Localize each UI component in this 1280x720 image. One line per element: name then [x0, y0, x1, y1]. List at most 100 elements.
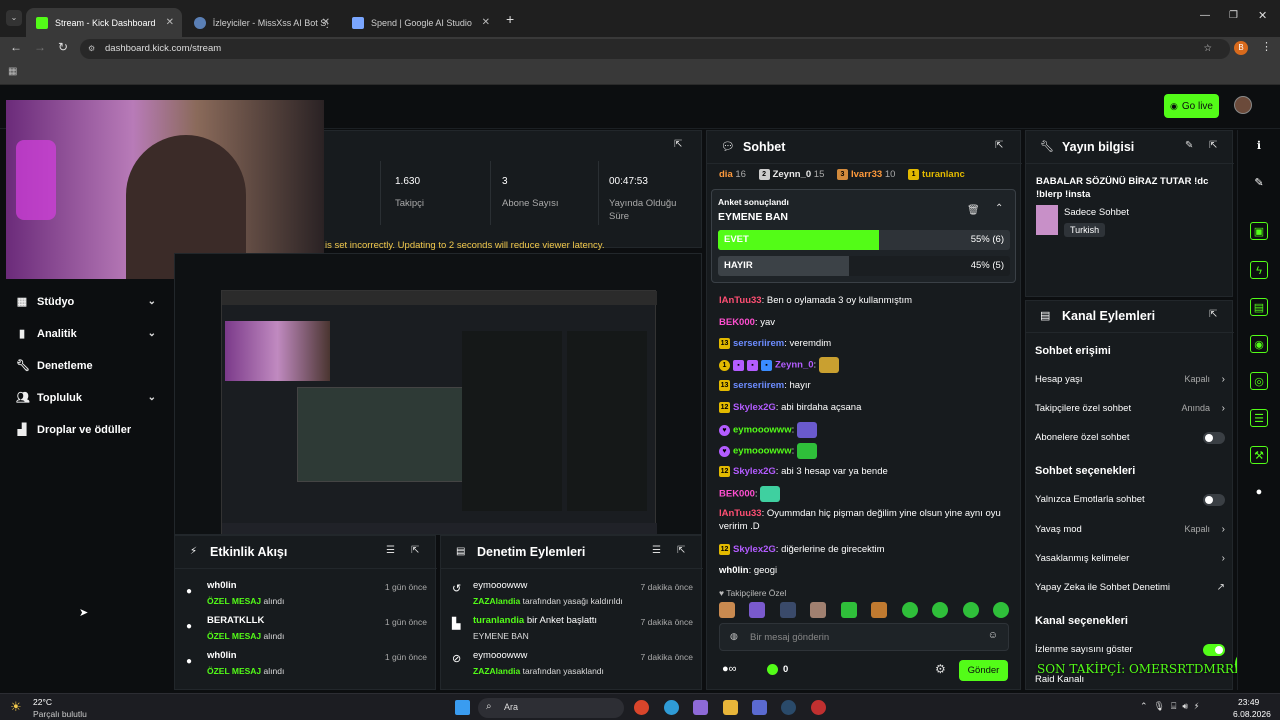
wrench-icon: 🔧︎: [16, 360, 30, 372]
url-field[interactable]: ⚙ dashboard.kick.com/stream ☆: [80, 39, 1230, 59]
list-icon[interactable]: ☰: [1250, 409, 1268, 427]
emote-only-toggle[interactable]: [1203, 494, 1225, 506]
chat-message-input[interactable]: ◍ Bir mesaj gönderin ☺: [719, 623, 1009, 651]
emote-green-icon[interactable]: [840, 602, 857, 618]
leader-entry: 3 Ivarr33 10: [837, 169, 895, 180]
wrench-icon[interactable]: ⚒: [1250, 446, 1268, 464]
followers-chat-setting[interactable]: Takipçilere özel sohbet Anında ›: [1035, 403, 1225, 414]
popout-icon[interactable]: ⇱: [674, 139, 682, 150]
teams-icon[interactable]: [752, 700, 767, 715]
show-viewers-toggle[interactable]: [1203, 644, 1225, 656]
close-tab-icon[interactable]: ✕: [322, 17, 330, 28]
info-icon[interactable]: ℹ: [1250, 137, 1268, 155]
popout-icon[interactable]: ⇱: [1209, 309, 1217, 320]
category-thumbnail: [1036, 205, 1058, 235]
sidebar-item-topluluk[interactable]: 👥︎ Topluluk ⌄: [16, 391, 156, 405]
stream-info-panel: 🔧︎ Yayın bilgisi ✎ ⇱ BABALAR SÖZÜNÜ BİRA…: [1025, 130, 1234, 297]
browser-tab-strip: ⌄ Stream - Kick Dashboard ✕ İzleyiciler …: [0, 0, 1280, 37]
bookmark-star-icon[interactable]: ☆: [1203, 39, 1212, 59]
gift-icon[interactable]: ●: [1250, 483, 1268, 501]
popout-icon[interactable]: ⇱: [677, 545, 685, 556]
account-age-setting[interactable]: Hesap yaşı Kapalı ›: [1035, 374, 1225, 385]
nested-screen-content: [297, 387, 472, 482]
sidebar-item-label: Topluluk: [37, 391, 83, 404]
emote-smile-icon[interactable]: [992, 602, 1009, 618]
activity-user: wh0lin: [207, 650, 237, 661]
emote-box-icon[interactable]: [871, 602, 888, 618]
sidebar-item-analitik[interactable]: ▮ Analitik ⌄: [16, 327, 156, 341]
go-live-button[interactable]: ◉ Go live: [1164, 94, 1219, 118]
stream-preview-video[interactable]: [221, 290, 657, 534]
emote-chat-icon[interactable]: [932, 602, 949, 618]
emote-star-icon[interactable]: [962, 602, 979, 618]
chat-message: 13 serseriirem: hayır: [719, 379, 811, 391]
edit-pencil-icon[interactable]: ✎: [1250, 174, 1268, 192]
emote-cat-icon[interactable]: [719, 602, 735, 618]
close-tab-icon[interactable]: ✕: [482, 17, 490, 28]
back-icon[interactable]: ←: [10, 40, 22, 54]
site-info-icon[interactable]: ⚙: [88, 39, 95, 59]
sidebar-item-studyo[interactable]: ▦ Stüdyo ⌄: [16, 295, 156, 309]
reload-icon[interactable]: ↻: [58, 40, 68, 54]
forward-icon[interactable]: →: [34, 40, 46, 54]
taskbar-search[interactable]: ⌕ Ara: [478, 698, 624, 718]
tab-google-ai-studio[interactable]: Spend | Google AI Studio ✕: [342, 8, 498, 37]
slow-mode-setting[interactable]: Yavaş mod Kapalı ›: [1035, 524, 1225, 535]
emote-gift-icon[interactable]: [901, 602, 918, 618]
popout-icon[interactable]: ⇱: [1209, 140, 1217, 151]
emote-glasses-icon[interactable]: [779, 602, 796, 618]
send-button[interactable]: Gönder: [959, 660, 1008, 681]
filter-icon[interactable]: ☰: [652, 545, 661, 556]
system-tray-icons[interactable]: ⌃🎙︎⌸🔊︎⚡︎: [1140, 701, 1205, 712]
chrome-icon[interactable]: [634, 700, 649, 715]
leader-entry: 1 turanlanc: [908, 169, 965, 180]
tab-izleyiciler[interactable]: İzleyiciler - MissXss AI Bot Syste ✕: [184, 8, 338, 37]
clip-icon[interactable]: ▣: [1250, 222, 1268, 240]
moderation-row: ⊘ eymooowww ZAZAlandia tarafından yasakl…: [441, 648, 703, 684]
document-icon[interactable]: ▤: [1250, 298, 1268, 316]
collapse-chevron-icon[interactable]: ⌃: [995, 203, 1003, 214]
banned-words-setting[interactable]: Yasaklanmış kelimeler ›: [1035, 553, 1225, 564]
filter-icon[interactable]: ☰: [386, 545, 395, 556]
popout-icon[interactable]: ⇱: [411, 545, 419, 556]
tab-kick-dashboard[interactable]: Stream - Kick Dashboard ✕: [26, 8, 182, 37]
restore-icon[interactable]: ❐: [1229, 10, 1238, 21]
popout-icon[interactable]: ⇱: [995, 140, 1003, 151]
chat-bubble-icon[interactable]: ◉: [1250, 335, 1268, 353]
chat-settings-gear-icon[interactable]: ⚙: [935, 662, 946, 676]
ai-moderation-setting[interactable]: Yapay Zeka ile Sohbet Denetimi ↗: [1035, 582, 1225, 593]
subs-chat-toggle[interactable]: [1203, 432, 1225, 444]
bolt-icon[interactable]: ϟ: [1250, 261, 1268, 279]
profile-avatar[interactable]: B: [1234, 41, 1248, 55]
windows-start-icon[interactable]: [455, 700, 470, 715]
latency-warning: is set incorrectly. Updating to 2 second…: [325, 240, 605, 251]
channel-list-icon: ▤: [1040, 310, 1051, 322]
edit-pencil-icon[interactable]: ✎: [1185, 140, 1193, 151]
broadcast-icon[interactable]: ◎: [1250, 372, 1268, 390]
user-avatar[interactable]: [1234, 96, 1252, 114]
emoji-icon[interactable]: ☺: [988, 630, 998, 641]
emote-face-icon[interactable]: [810, 602, 827, 618]
steam-icon[interactable]: [781, 700, 796, 715]
close-tab-icon[interactable]: ✕: [166, 17, 174, 28]
emote-purple-icon[interactable]: [749, 602, 766, 618]
studio-grid-icon: ▦: [16, 296, 28, 308]
copilot-icon[interactable]: [693, 700, 708, 715]
external-link-icon: ↗: [1216, 582, 1225, 593]
stream-title-text: BABALAR SÖZÜNÜ BİRAZ TUTAR !dc !blerp !i…: [1036, 176, 1209, 200]
emote-only-setting: Yalnızca Emotlarla sohbet: [1035, 494, 1225, 506]
menu-kebab-icon[interactable]: ⋮: [1261, 40, 1272, 53]
sidebar-item-denetleme[interactable]: 🔧︎ Denetleme: [16, 359, 156, 373]
edge-icon[interactable]: [664, 700, 679, 715]
close-window-icon[interactable]: ✕: [1258, 9, 1267, 22]
sidebar-item-droplar[interactable]: ▟ Droplar ve ödüller: [16, 423, 176, 437]
tab-list-chevron-icon[interactable]: ⌄: [6, 10, 22, 26]
minimize-icon[interactable]: —: [1200, 10, 1210, 21]
apps-grid-icon[interactable]: ▦: [8, 66, 17, 77]
new-tab-icon[interactable]: +: [506, 11, 514, 27]
weather-temp: 22°C: [33, 697, 52, 707]
app-icon[interactable]: [811, 700, 826, 715]
delete-poll-icon[interactable]: 🗑︎: [967, 205, 980, 216]
stream-preview-panel: [174, 253, 702, 535]
file-explorer-icon[interactable]: [723, 700, 738, 715]
